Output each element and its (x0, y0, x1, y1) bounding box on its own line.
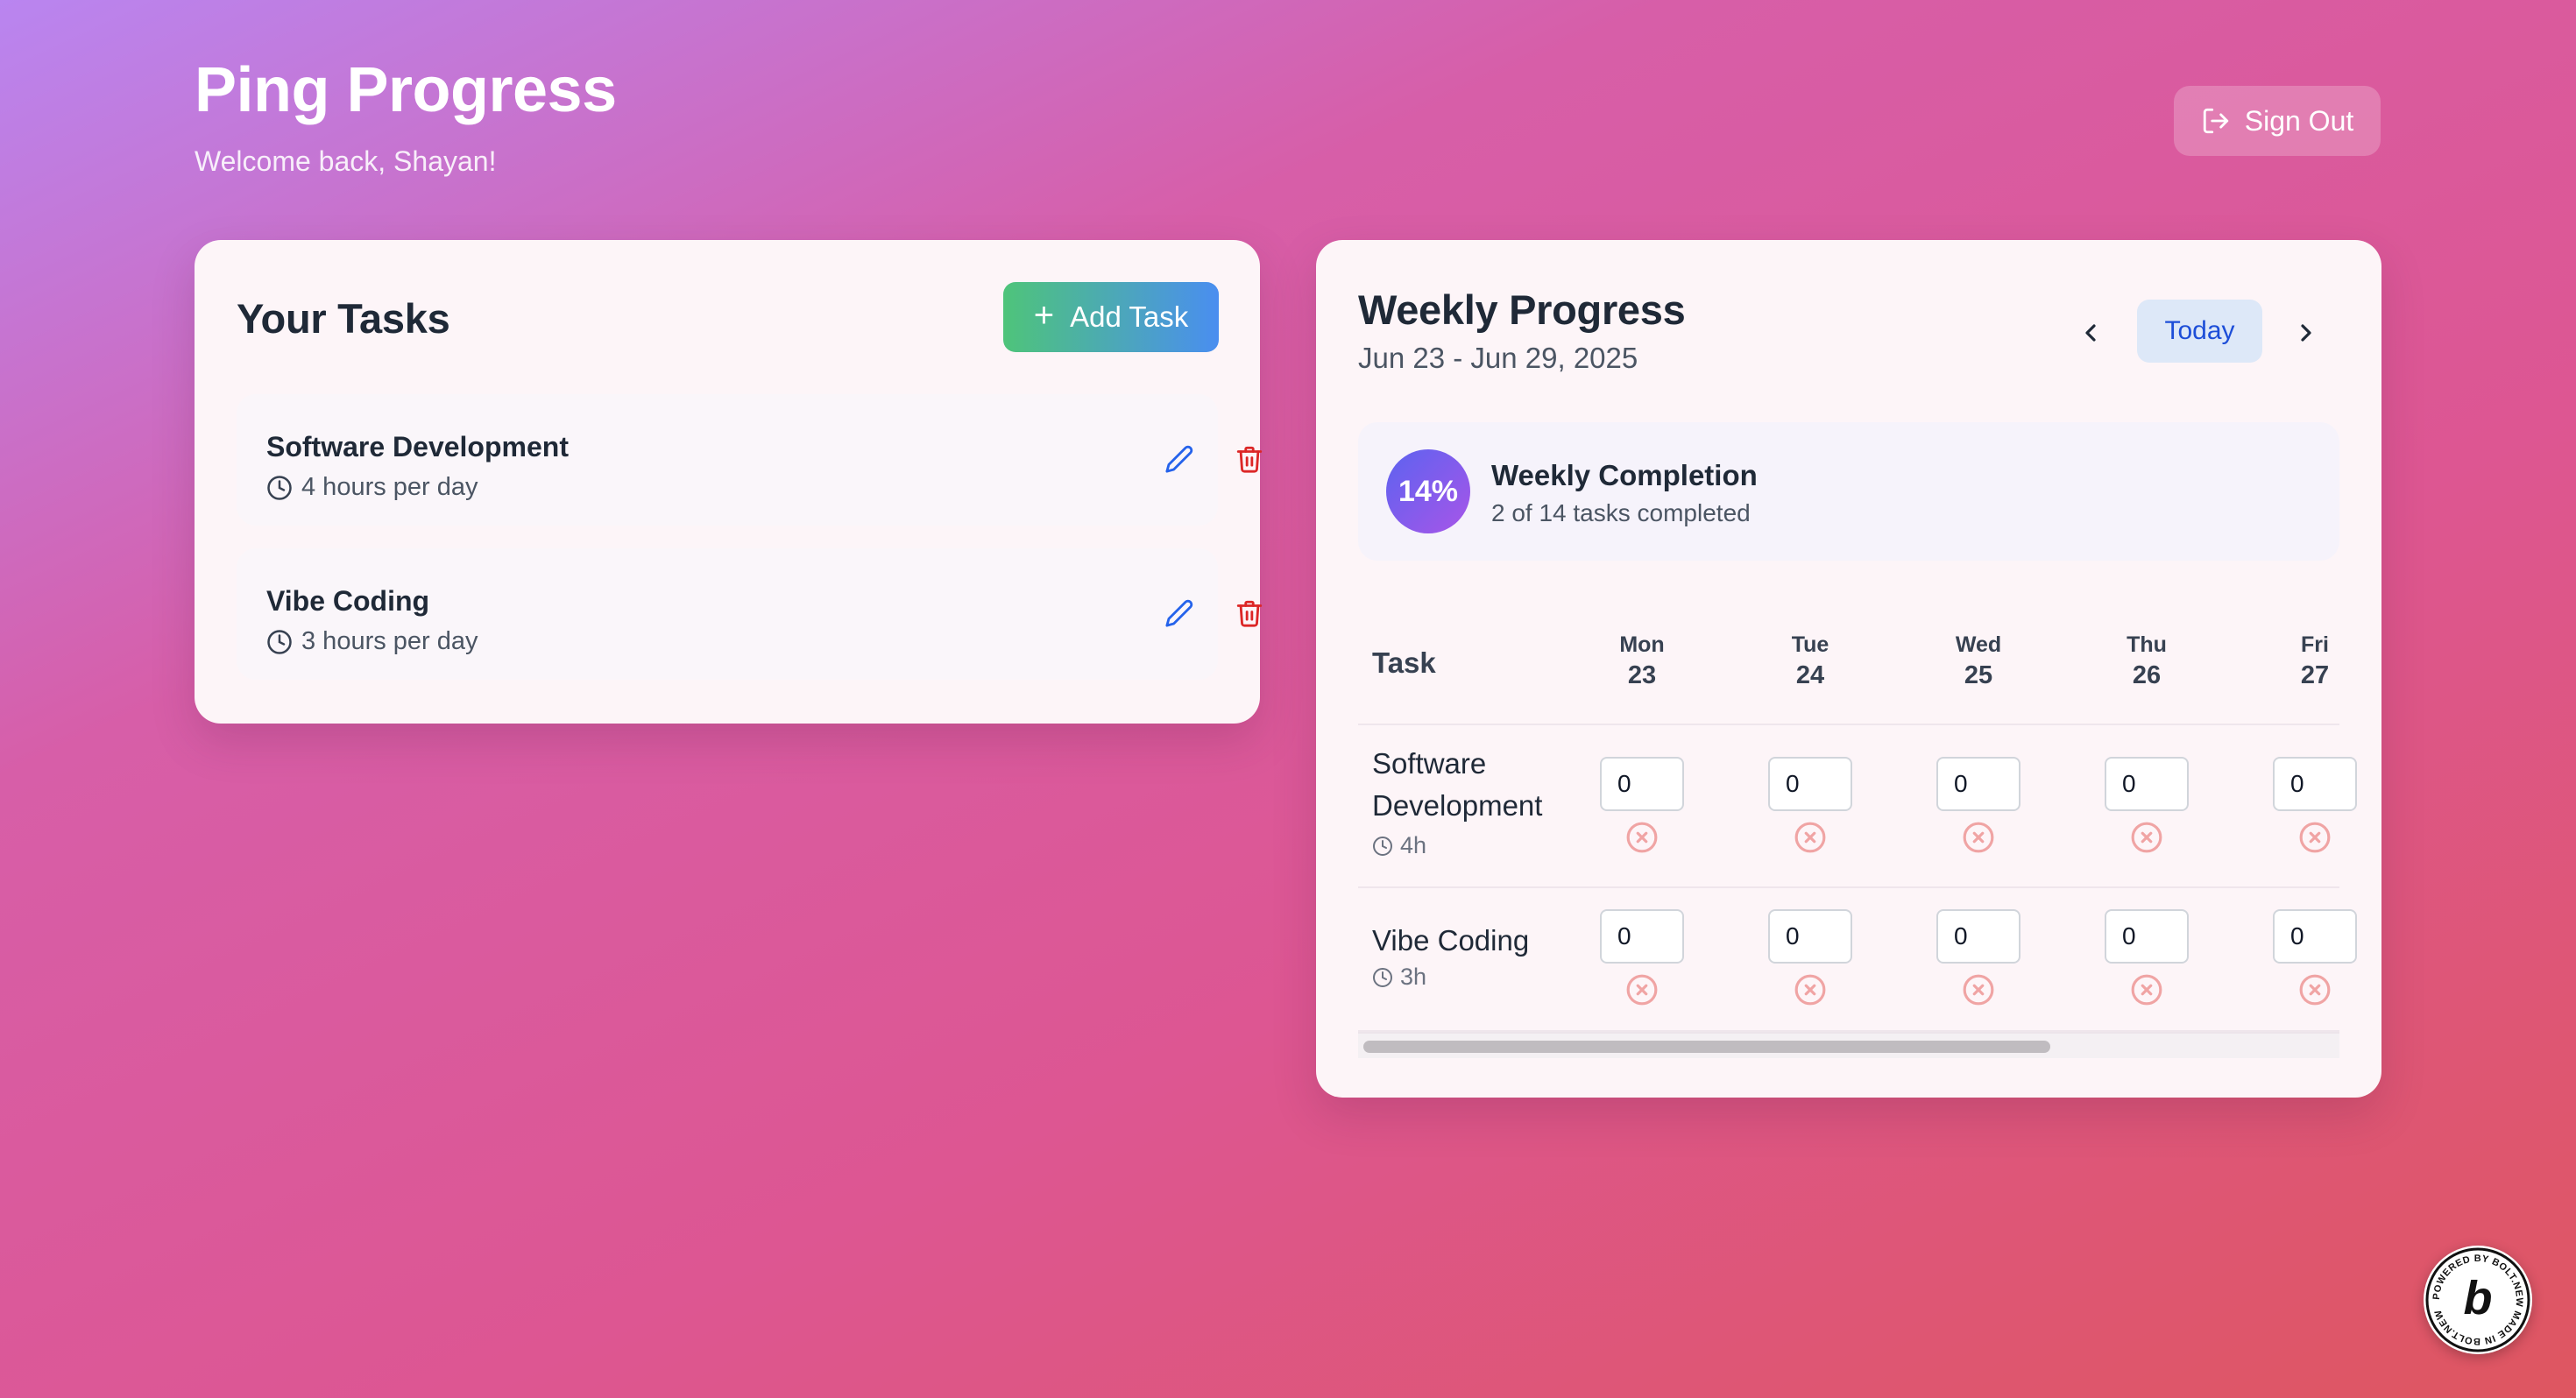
day-header-mon: Mon 23 (1598, 632, 1686, 690)
badge-letter: b (2464, 1272, 2493, 1324)
day-header-wed: Wed 25 (1935, 632, 2022, 690)
clock-icon (1373, 836, 1392, 856)
weekly-completion-summary: 14% Weekly Completion 2 of 14 tasks comp… (1358, 422, 2339, 561)
table-divider (1358, 886, 2339, 888)
x-circle-icon[interactable] (1625, 973, 1659, 1006)
chevron-right-icon (2301, 324, 2311, 342)
log-out-icon (2203, 108, 2228, 134)
day-header-tue: Tue 24 (1766, 632, 1854, 690)
weekly-progress-panel: Weekly Progress Jun 23 - Jun 29, 2025 To… (1316, 240, 2381, 1098)
x-circle-icon[interactable] (1625, 821, 1659, 854)
task-hours-label: 4 hours per day (301, 473, 478, 501)
day-date: 23 (1627, 661, 1657, 689)
x-circle-icon[interactable] (1962, 821, 1995, 854)
row-task-hours: 4h (1372, 832, 1426, 859)
day-count-input[interactable] (2105, 909, 2189, 964)
pencil-icon (1165, 445, 1193, 473)
day-count-input[interactable] (1936, 757, 2020, 811)
day-count-input[interactable] (1768, 757, 1852, 811)
edit-task-button[interactable] (1160, 594, 1199, 632)
day-count-input[interactable] (1768, 909, 1852, 964)
app-title: Ping Progress (195, 55, 617, 125)
table-divider (1358, 724, 2339, 725)
task-name: Software Development (266, 431, 569, 462)
x-circle-icon[interactable] (1794, 821, 1827, 854)
clock-icon (1373, 967, 1392, 987)
day-count-input[interactable] (2273, 909, 2357, 964)
day-count-input[interactable] (2105, 757, 2189, 811)
row-task-name-line2: Development (1372, 789, 1543, 822)
x-circle-icon[interactable] (2298, 973, 2332, 1006)
day-count-input[interactable] (2273, 757, 2357, 811)
task-hours-label: 3 hours per day (301, 627, 478, 655)
row-task-hours-label: 4h (1400, 832, 1427, 858)
day-name: Mon (1619, 632, 1665, 657)
day-name: Fri (2301, 632, 2329, 657)
task-item: Software Development 4 hours per day (237, 394, 1263, 526)
day-count-input[interactable] (1600, 757, 1684, 811)
day-date: 26 (2132, 661, 2162, 689)
trash-icon (1236, 446, 1263, 473)
row-task-hours: 3h (1372, 964, 1426, 991)
add-task-label: Add Task (1070, 300, 1189, 333)
delete-task-button[interactable] (1230, 594, 1269, 632)
x-circle-icon[interactable] (2130, 821, 2163, 854)
day-count-input[interactable] (1600, 909, 1684, 964)
sign-out-label: Sign Out (2244, 104, 2354, 137)
scrollbar-thumb[interactable] (1363, 1041, 2050, 1053)
day-count-input[interactable] (1936, 909, 2020, 964)
day-header-thu: Thu 26 (2103, 632, 2190, 690)
task-name: Vibe Coding (266, 585, 430, 617)
delete-task-button[interactable] (1230, 440, 1269, 478)
sign-out-button[interactable]: Sign Out (2174, 86, 2381, 156)
day-header-fri: Fri 27 (2271, 632, 2359, 690)
tasks-panel: Your Tasks + Add Task Software Developme… (195, 240, 1263, 724)
clock-icon (267, 475, 292, 500)
row-task-hours-label: 3h (1400, 964, 1427, 990)
weekly-progress-title: Weekly Progress (1358, 286, 1686, 333)
completion-title: Weekly Completion (1491, 459, 1758, 491)
task-hours: 4 hours per day (266, 473, 478, 502)
day-name: Thu (2127, 632, 2167, 657)
x-circle-icon[interactable] (1794, 973, 1827, 1006)
edit-task-button[interactable] (1160, 440, 1199, 478)
day-date: 27 (2300, 661, 2330, 689)
table-horizontal-scrollbar[interactable] (1358, 1032, 2339, 1058)
completion-percent-badge: 14% (1386, 449, 1470, 533)
table-header-task: Task (1372, 646, 1436, 679)
bolt-logo-icon: POWERED BY BOLT.NEW MADE IN BOLT.NEW b (2425, 1247, 2530, 1352)
pencil-icon (1165, 599, 1193, 627)
x-circle-icon[interactable] (1962, 973, 1995, 1006)
add-task-button[interactable]: + Add Task (1003, 282, 1219, 352)
completion-subtitle: 2 of 14 tasks completed (1491, 499, 1751, 526)
row-task-name: Vibe Coding (1372, 924, 1530, 957)
today-button[interactable]: Today (2137, 300, 2262, 363)
plus-icon: + (1033, 296, 1055, 335)
task-hours: 3 hours per day (266, 627, 478, 656)
task-item: Vibe Coding 3 hours per day (237, 548, 1263, 680)
row-task-name-line1: Software (1372, 747, 1487, 780)
previous-week-button[interactable] (2070, 312, 2112, 354)
day-name: Wed (1955, 632, 2002, 657)
welcome-message: Welcome back, Shayan! (195, 145, 497, 177)
next-week-button[interactable] (2285, 312, 2327, 354)
tasks-panel-title: Your Tasks (237, 295, 450, 342)
chevron-left-icon (2085, 324, 2096, 342)
row-task-name: Software Development (1372, 743, 1542, 827)
day-name: Tue (1791, 632, 1829, 657)
x-circle-icon[interactable] (2130, 973, 2163, 1006)
bolt-badge[interactable]: POWERED BY BOLT.NEW MADE IN BOLT.NEW b (2424, 1246, 2532, 1354)
x-circle-icon[interactable] (2298, 821, 2332, 854)
day-date: 25 (1964, 661, 1993, 689)
date-range: Jun 23 - Jun 29, 2025 (1358, 342, 1638, 374)
trash-icon (1236, 600, 1263, 627)
day-date: 24 (1795, 661, 1825, 689)
clock-icon (267, 629, 292, 654)
